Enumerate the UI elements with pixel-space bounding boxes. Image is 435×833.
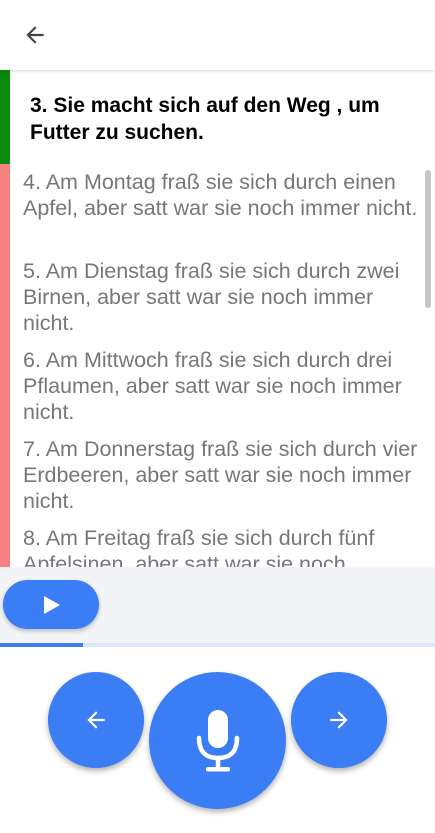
sentence-item: 6. Am Mittwoch fraß sie sich durch drei … (23, 348, 402, 424)
scrollbar-thumb[interactable] (425, 170, 431, 308)
play-icon (44, 595, 60, 614)
audio-player-bar (0, 567, 435, 645)
arrow-right-icon (330, 711, 348, 729)
microphone-icon (196, 709, 239, 771)
arrow-left-icon (26, 26, 44, 44)
sentence-item: 7. Am Donnerstag fraß sie sich durch vie… (23, 437, 418, 513)
current-sentence: 3. Sie macht sich auf den Weg , um Futte… (0, 70, 435, 164)
current-sentence-text: 3. Sie macht sich auf den Weg , um Futte… (30, 94, 380, 144)
upcoming-sentences: 4. Am Montag fraß sie sich durch einen A… (0, 164, 435, 567)
reading-panel: 3. Sie macht sich auf den Weg , um Futte… (0, 70, 435, 567)
sentence-item: 5. Am Dienstag fraß sie sich durch zwei … (23, 259, 400, 335)
previous-sentence-button[interactable] (48, 672, 144, 768)
audio-progress-bar[interactable] (0, 643, 435, 647)
top-app-bar (0, 0, 435, 70)
sentence-item: 8. Am Freitag fraß sie sich durch fünf A… (23, 526, 375, 567)
current-indicator-bar (0, 70, 10, 164)
upcoming-indicator-bar (0, 164, 10, 567)
back-button[interactable] (20, 20, 50, 50)
next-sentence-button[interactable] (291, 672, 387, 768)
audio-progress-fill (0, 643, 83, 647)
arrow-left-icon (87, 711, 105, 729)
play-button[interactable] (3, 580, 99, 629)
sentence-item: 4. Am Montag fraß sie sich durch einen A… (23, 170, 418, 220)
microphone-button[interactable] (149, 672, 286, 809)
